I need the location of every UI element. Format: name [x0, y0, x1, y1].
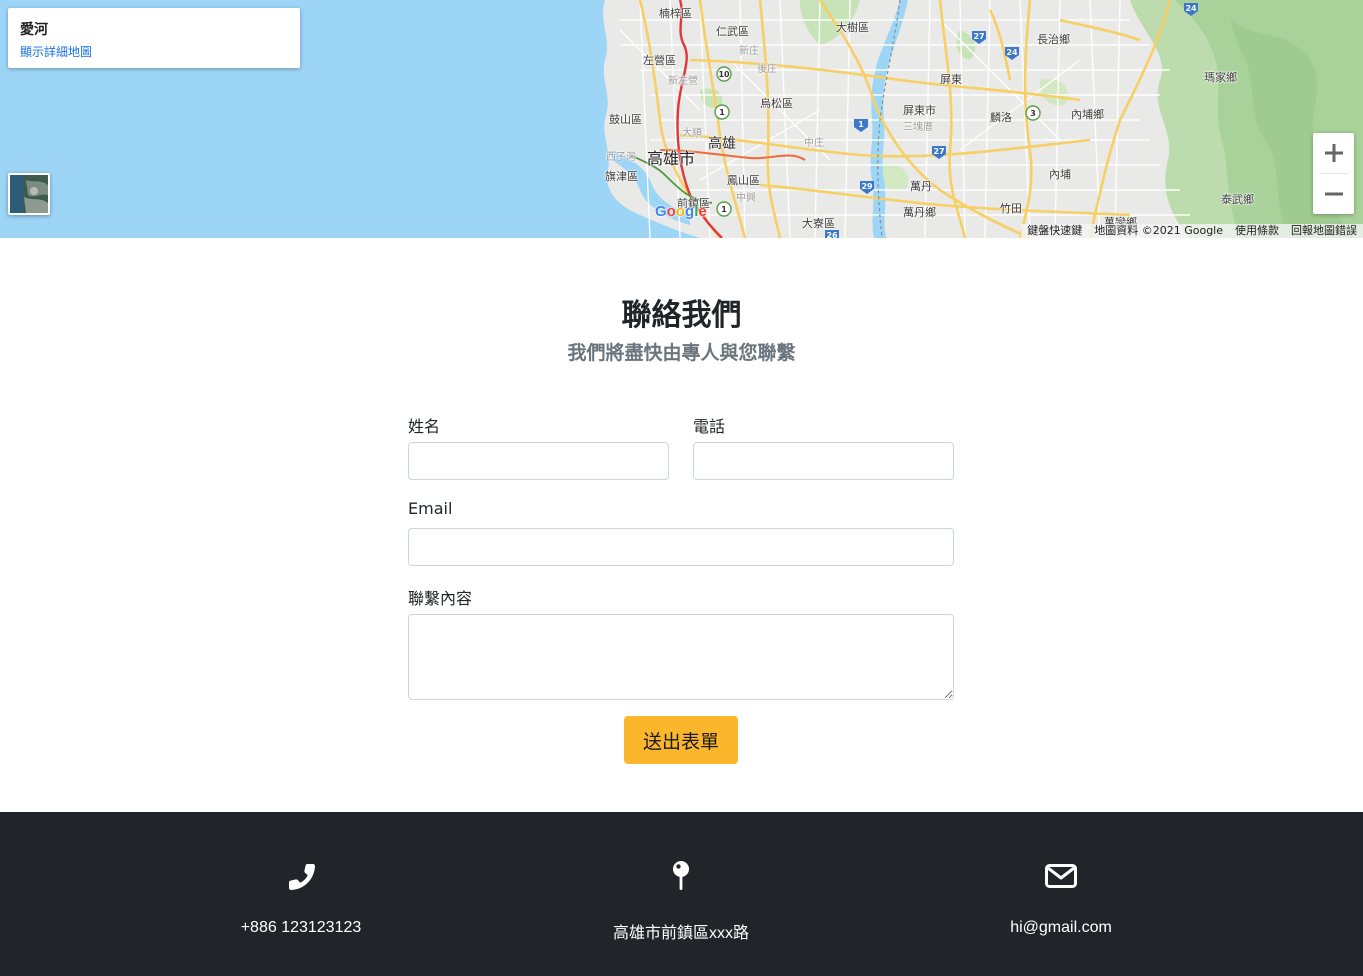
phone-icon: [289, 864, 315, 890]
place-info-card: 愛河 顯示詳細地圖: [8, 8, 300, 68]
footer-email-text: hi@gmail.com: [1010, 919, 1112, 936]
map-label: 楠梓區: [659, 7, 692, 20]
map-attribution-bar: 鍵盤快速鍵 地圖資料 ©2021 Google 使用條款 回報地圖錯誤: [1021, 224, 1363, 238]
report-map-error-link[interactable]: 回報地圖錯誤: [1285, 224, 1363, 238]
svg-text:3: 3: [1030, 109, 1036, 118]
map-label: 內埔: [1049, 168, 1071, 181]
message-textarea[interactable]: [408, 614, 954, 700]
view-larger-map-link[interactable]: 顯示詳細地圖: [20, 43, 288, 60]
message-label: 聯繫內容: [408, 589, 473, 608]
map-label: 屏東市: [903, 104, 936, 117]
svg-text:24: 24: [1006, 48, 1018, 57]
map-label: 西子灣: [606, 152, 636, 163]
satellite-preview-icon: [10, 175, 48, 213]
contact-heading: 聯絡我們: [621, 298, 742, 333]
email-input[interactable]: [408, 528, 954, 566]
map-label: 新左營: [668, 76, 698, 87]
plus-icon: [1324, 144, 1343, 162]
zoom-in-button[interactable]: [1313, 133, 1354, 173]
terms-of-use-link[interactable]: 使用條款: [1229, 224, 1285, 238]
svg-text:10: 10: [718, 70, 730, 79]
name-label: 姓名: [408, 417, 441, 436]
map-label: 大順: [682, 128, 702, 139]
route-shield: 24: [1185, 4, 1197, 13]
zoom-controls: [1313, 133, 1354, 214]
map-label: 大樹區: [836, 21, 869, 34]
phone-label: 電話: [693, 417, 726, 436]
phone-input[interactable]: [693, 442, 954, 480]
footer-phone: +886 123123123: [121, 812, 481, 976]
email-label: Email: [408, 499, 453, 518]
footer: +886 123123123 高雄市前鎮區xxx路 hi@gmail.com: [0, 812, 1363, 976]
map-label: 大寮區: [802, 217, 835, 230]
map-label: 萬丹鄉: [903, 206, 936, 219]
name-input[interactable]: [408, 442, 669, 480]
footer-email: hi@gmail.com: [881, 812, 1241, 976]
map-label: 新庄: [739, 46, 759, 57]
svg-text:27: 27: [933, 147, 944, 156]
map-label: 屏東: [940, 73, 962, 86]
map-label: 仁武區: [716, 25, 749, 38]
svg-text:1: 1: [858, 120, 864, 129]
minus-icon: [1324, 192, 1343, 196]
map-label: 左營區: [643, 54, 676, 67]
footer-phone-text: +886 123123123: [240, 919, 362, 936]
keyboard-shortcuts-link[interactable]: 鍵盤快速鍵: [1021, 224, 1088, 238]
map-label: 內埔鄉: [1071, 108, 1104, 121]
map-label: 竹田: [1000, 202, 1022, 215]
map-data-credit: 地圖資料 ©2021 Google: [1094, 224, 1223, 237]
map-label: 烏松區: [760, 97, 793, 110]
contact-subheading: 我們將盡快由專人與您聯繫: [567, 342, 796, 364]
map-label: 旗津區: [605, 170, 638, 183]
svg-text:1: 1: [721, 205, 727, 214]
map-label: 高雄: [708, 136, 736, 152]
map-label: 泰武鄉: [1221, 193, 1254, 206]
submit-form-button[interactable]: 送出表單: [624, 716, 738, 764]
map-pin-icon: [673, 861, 689, 890]
place-title: 愛河: [20, 22, 48, 38]
satellite-toggle-button[interactable]: [8, 173, 50, 215]
map-label: 三塊厝: [903, 122, 933, 133]
map-label: 高雄市: [647, 149, 696, 168]
svg-text:29: 29: [861, 182, 873, 191]
svg-text:1: 1: [719, 108, 725, 117]
map-label: 長治鄉: [1037, 33, 1070, 46]
footer-address: 高雄市前鎮區xxx路: [501, 812, 861, 976]
footer-address-text: 高雄市前鎮區xxx路: [612, 925, 749, 942]
zoom-out-button[interactable]: [1313, 174, 1354, 214]
map-label: 瑪家鄉: [1204, 71, 1237, 84]
map-label: 後庄: [757, 64, 777, 75]
svg-text:27: 27: [973, 32, 984, 41]
map-label: 萬丹: [910, 180, 932, 193]
map-label: 鼓山區: [609, 113, 642, 126]
envelope-icon: [1045, 864, 1077, 888]
map-label: 鳳山區: [727, 174, 760, 187]
google-map[interactable]: 24 27 24 10 1 1 3 27 29 1 26 楠梓區 仁武區 大樹區…: [0, 0, 1363, 238]
map-label: 麟洛: [990, 111, 1012, 124]
map-label: 中庄: [804, 138, 824, 149]
svg-text:26: 26: [826, 231, 838, 238]
google-logo: Google: [655, 203, 707, 220]
map-label: 中興: [736, 193, 756, 204]
